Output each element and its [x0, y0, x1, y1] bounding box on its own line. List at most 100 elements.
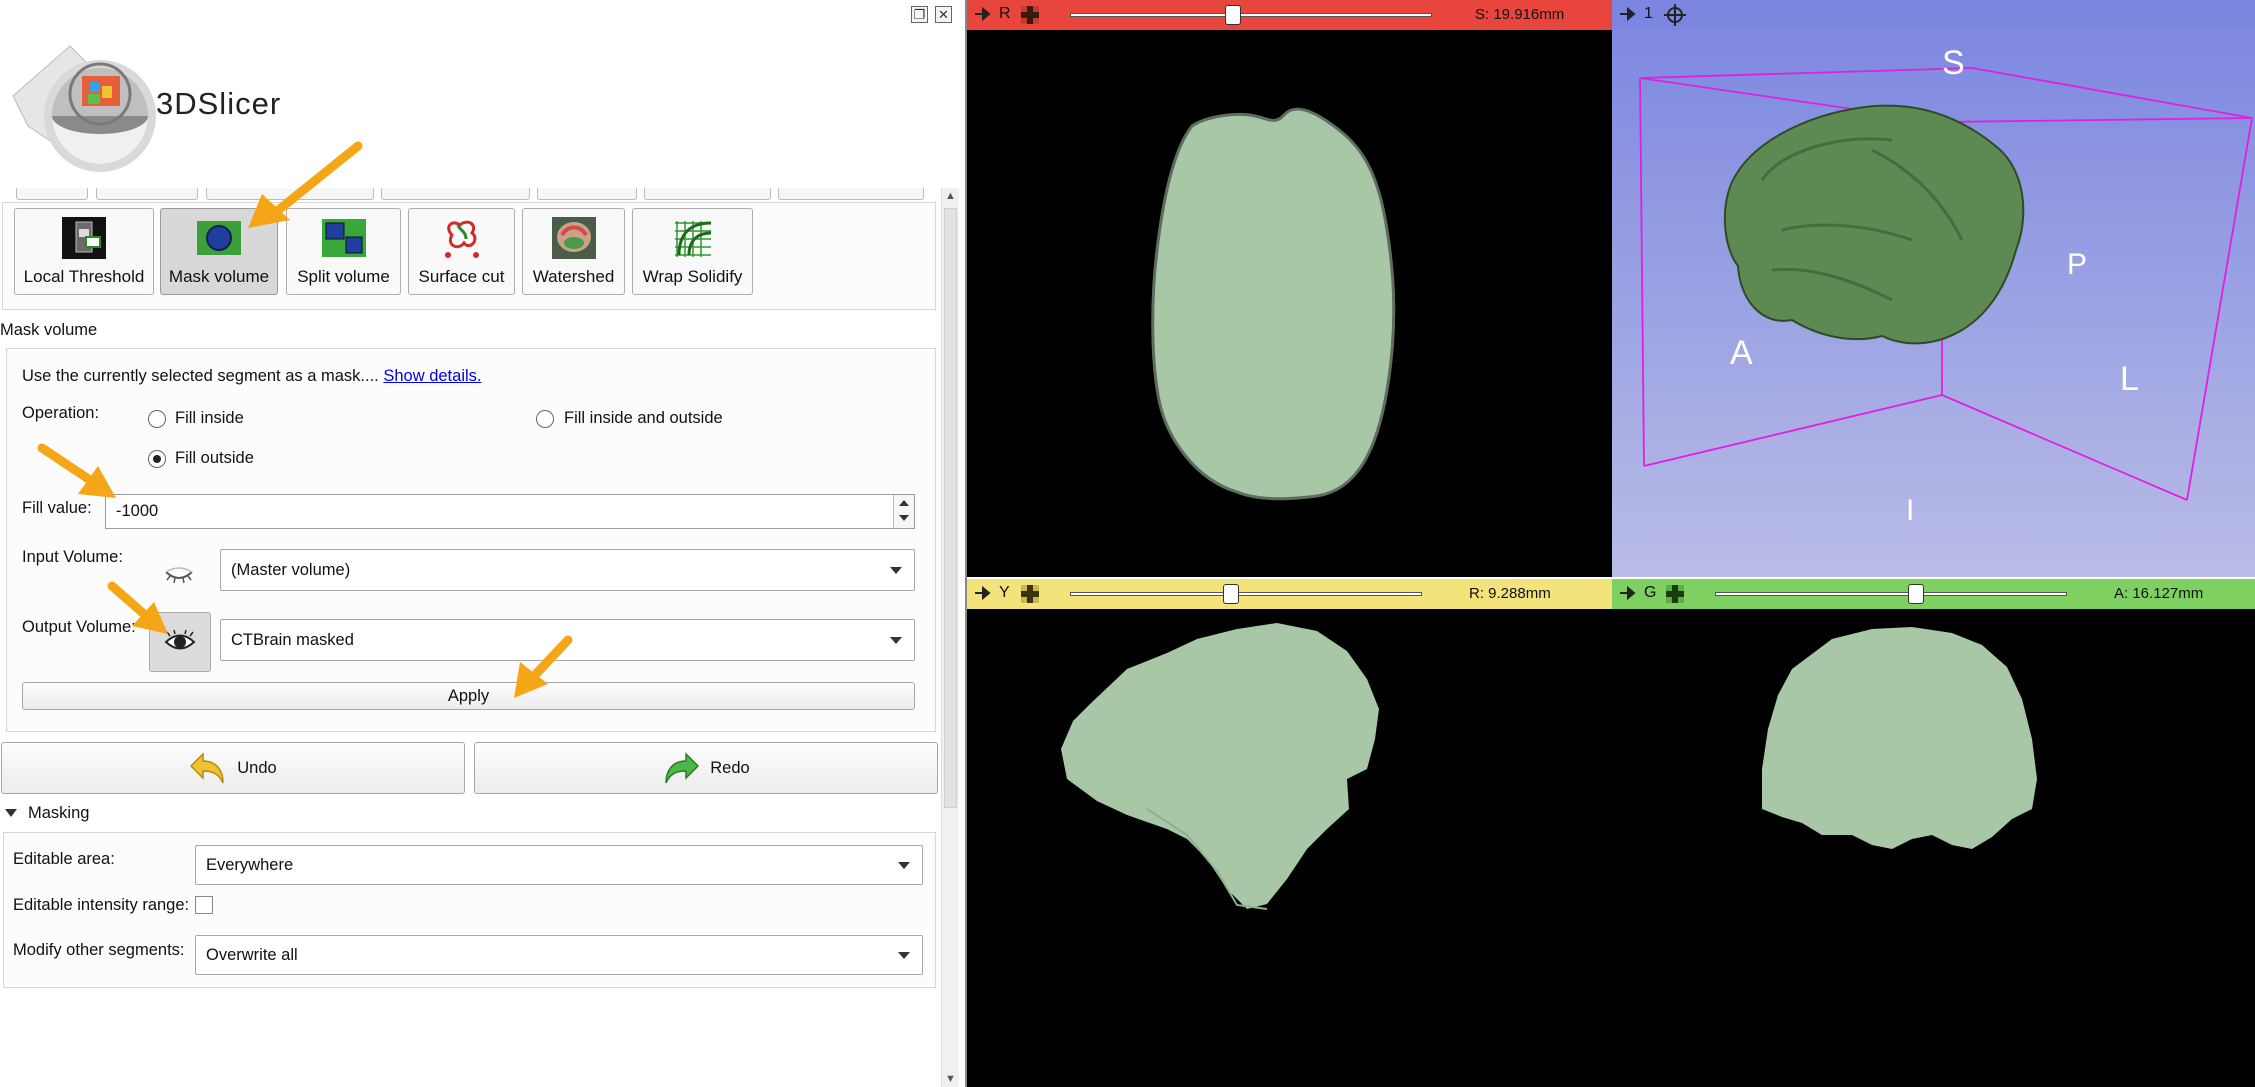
- fill-inside-and-outside-label: Fill inside and outside: [564, 409, 723, 427]
- input-volume-select[interactable]: (Master volume): [220, 549, 915, 591]
- orientation-l: L: [2120, 360, 2139, 398]
- wrap-solidify-icon: [674, 221, 711, 257]
- scroll-down-icon[interactable]: ▼: [945, 1073, 956, 1085]
- modify-other-select[interactable]: Overwrite all: [195, 935, 923, 975]
- fill-inside-and-outside-radio[interactable]: [536, 410, 554, 428]
- redo-button[interactable]: Redo: [474, 742, 938, 794]
- surface-cut-button[interactable]: Surface cut: [408, 208, 515, 295]
- redo-icon: [665, 752, 700, 784]
- apply-button[interactable]: Apply: [22, 682, 915, 710]
- 3d-view-controller: 1: [1612, 0, 2255, 30]
- effect-button-partial[interactable]: [206, 188, 374, 200]
- orientation-s: S: [1942, 44, 1965, 82]
- link-icon[interactable]: [1019, 4, 1041, 26]
- fill-outside-label: Fill outside: [175, 449, 254, 467]
- yellow-slice-view[interactable]: Y R: 9.288mm: [967, 579, 1612, 1087]
- orientation-a: A: [1730, 334, 1753, 372]
- chevron-down-icon: [890, 637, 902, 644]
- intensity-range-checkbox[interactable]: [195, 896, 213, 914]
- red-slice-view[interactable]: R S: 19.916mm: [967, 0, 1612, 577]
- effect-label: Split volume: [297, 267, 390, 286]
- editable-area-select[interactable]: Everywhere: [195, 845, 923, 885]
- undo-button[interactable]: Undo: [1, 742, 465, 794]
- pin-icon[interactable]: [1618, 586, 1636, 600]
- red-view-controller: R S: 19.916mm: [967, 0, 1612, 30]
- effect-button-partial[interactable]: [644, 188, 771, 200]
- effect-button-partial[interactable]: [381, 188, 530, 200]
- apply-label: Apply: [447, 686, 490, 705]
- slice-position: R: 9.288mm: [1469, 585, 1551, 602]
- scrollbar-thumb[interactable]: [944, 208, 957, 808]
- orientation-p: P: [2067, 248, 2088, 281]
- undo-icon: [190, 752, 225, 784]
- slice-position: A: 16.127mm: [2114, 585, 2204, 602]
- show-details-link[interactable]: Show details.: [383, 367, 481, 385]
- modify-other-value: Overwrite all: [206, 945, 298, 964]
- slice-slider-track[interactable]: [1715, 592, 2067, 596]
- chevron-down-icon: [898, 862, 910, 869]
- effect-button-partial[interactable]: [16, 188, 88, 200]
- slice-slider-track[interactable]: [1070, 13, 1432, 17]
- eye-closed-icon[interactable]: [162, 562, 196, 584]
- pin-icon[interactable]: [1618, 7, 1636, 21]
- local-threshold-button[interactable]: Local Threshold: [14, 208, 154, 295]
- surface-cut-icon: [444, 220, 479, 258]
- step-up-icon[interactable]: [899, 500, 909, 506]
- effect-button-partial[interactable]: [778, 188, 924, 200]
- center-view-icon[interactable]: [1664, 4, 1686, 26]
- app-name: 3DSlicer: [156, 86, 282, 121]
- link-icon[interactable]: [1664, 583, 1686, 605]
- link-icon[interactable]: [1019, 583, 1041, 605]
- output-visibility-toggle[interactable]: [149, 612, 211, 672]
- fill-value-spinbox[interactable]: -1000: [105, 494, 915, 529]
- masking-title[interactable]: Masking: [28, 804, 89, 823]
- restore-icon[interactable]: ❐: [911, 6, 928, 23]
- panel-scrollbar[interactable]: ▲ ▼: [941, 188, 959, 1087]
- effect-label: Mask volume: [168, 267, 270, 286]
- fill-outside-radio[interactable]: [148, 450, 166, 468]
- local-threshold-icon: [62, 217, 106, 259]
- green-slice-view[interactable]: G A: 16.127mm: [1612, 579, 2255, 1087]
- close-icon[interactable]: ✕: [935, 6, 952, 23]
- input-volume-label: Input Volume:: [22, 548, 123, 566]
- mask-volume-description: Use the currently selected segment as a …: [22, 367, 481, 386]
- watershed-icon: [551, 217, 596, 259]
- view-letter: G: [1644, 584, 1657, 601]
- mask-volume-button[interactable]: Mask volume: [160, 208, 278, 295]
- effect-button-partial[interactable]: [96, 188, 198, 200]
- editable-area-value: Everywhere: [206, 855, 294, 874]
- slicer-window: ❐ ✕ 3DSlicer ▲ ▼ Local Threshold Mask vo…: [0, 0, 2255, 1087]
- orientation-i: I: [1906, 494, 1915, 527]
- fill-value-stepper[interactable]: [893, 495, 914, 528]
- effect-button-partial[interactable]: [537, 188, 637, 200]
- slice-slider-knob[interactable]: [1223, 584, 1239, 604]
- wrap-solidify-button[interactable]: Wrap Solidify: [632, 208, 753, 295]
- pin-icon[interactable]: [973, 586, 991, 600]
- output-volume-value: CTBrain masked: [231, 630, 354, 649]
- 3d-scene: [1639, 67, 2253, 501]
- editable-area-label: Editable area:: [13, 850, 115, 868]
- undo-label: Undo: [237, 758, 277, 777]
- fill-inside-label: Fill inside: [175, 409, 244, 427]
- input-volume-value: (Master volume): [231, 560, 351, 579]
- pin-icon[interactable]: [973, 7, 991, 21]
- fill-value-text: -1000: [116, 502, 159, 520]
- view-letter: Y: [999, 584, 1010, 601]
- slice-slider-track[interactable]: [1070, 592, 1422, 596]
- effect-label: Wrap Solidify: [642, 267, 743, 286]
- slice-slider-knob[interactable]: [1908, 584, 1924, 604]
- effect-label: Watershed: [532, 267, 615, 286]
- redo-label: Redo: [710, 758, 750, 777]
- 3d-view[interactable]: 1 S A L I P: [1612, 0, 2255, 577]
- watershed-button[interactable]: Watershed: [522, 208, 625, 295]
- step-down-icon[interactable]: [899, 515, 909, 521]
- scroll-up-icon[interactable]: ▲: [945, 190, 956, 202]
- split-volume-button[interactable]: Split volume: [286, 208, 401, 295]
- output-volume-label: Output Volume:: [22, 618, 136, 636]
- output-volume-select[interactable]: CTBrain masked: [220, 619, 915, 661]
- slice-slider-knob[interactable]: [1225, 5, 1241, 25]
- axial-segment: [1151, 107, 1396, 501]
- fill-inside-radio[interactable]: [148, 410, 166, 428]
- collapse-triangle-icon[interactable]: [5, 809, 17, 817]
- fill-value-label: Fill value:: [22, 499, 92, 517]
